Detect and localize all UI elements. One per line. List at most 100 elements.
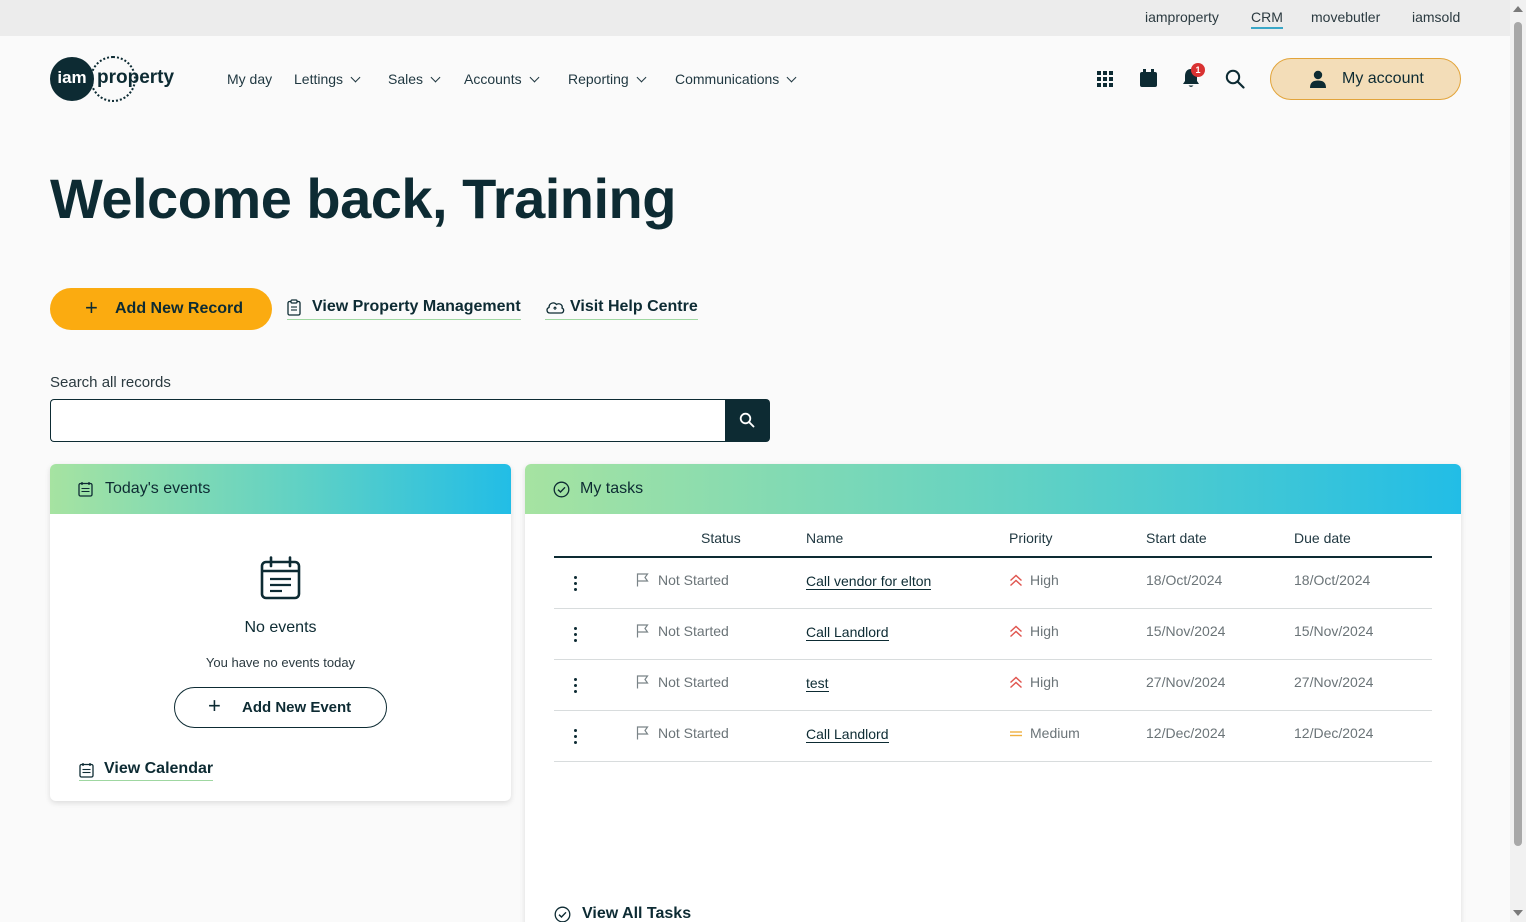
- add-new-record-button[interactable]: + Add New Record: [50, 288, 272, 330]
- flag-icon: [636, 573, 649, 587]
- calendar-icon[interactable]: [1140, 69, 1157, 87]
- nav-label: Lettings: [294, 71, 344, 87]
- task-name-link[interactable]: Call Landlord: [806, 624, 889, 641]
- kebab-menu-icon[interactable]: [574, 576, 578, 592]
- view-property-management-link[interactable]: View Property Management: [287, 298, 521, 320]
- chevron-down-icon: [350, 72, 361, 83]
- table-row: Not Started Call Landlord High 15/Nov/20…: [554, 609, 1432, 660]
- table-row: Not Started Call vendor for elton High 1…: [554, 558, 1432, 609]
- table-row: Not Started test High 27/Nov/2024 27/Nov…: [554, 660, 1432, 711]
- kebab-menu-icon[interactable]: [574, 627, 578, 643]
- task-due-date: 15/Nov/2024: [1294, 623, 1374, 639]
- logo-word: property: [97, 67, 175, 88]
- task-start-date: 18/Oct/2024: [1146, 572, 1223, 588]
- my-account-label: My account: [1342, 70, 1424, 87]
- top-utility-bar: iamproperty CRM movebutler iamsold: [0, 0, 1510, 36]
- task-start-date: 27/Nov/2024: [1146, 674, 1226, 690]
- scroll-down-arrow-icon[interactable]: [1513, 910, 1523, 916]
- search-icon[interactable]: [1225, 69, 1245, 89]
- todays-events-card: Today's events No events You have no eve…: [50, 464, 511, 801]
- visit-help-centre-label: Visit Help Centre: [570, 298, 698, 315]
- topbar-link-iamsold[interactable]: iamsold: [1412, 9, 1460, 25]
- cloud-help-icon: [546, 302, 565, 314]
- chevron-down-icon: [430, 72, 441, 83]
- chevron-down-icon: [786, 72, 797, 83]
- nav-label: Accounts: [464, 71, 522, 87]
- task-priority: Medium: [1030, 725, 1080, 741]
- calendar-list-icon: [79, 763, 94, 778]
- priority-high-icon: [1010, 676, 1022, 689]
- task-status: Not Started: [658, 674, 729, 690]
- no-events-subtitle: You have no events today: [205, 655, 356, 670]
- page-scrollbar[interactable]: [1510, 0, 1526, 922]
- add-new-event-button[interactable]: + Add New Event: [174, 687, 387, 728]
- nav-item-reporting[interactable]: Reporting: [568, 71, 647, 87]
- nav-label: My day: [227, 71, 273, 87]
- calendar-list-icon: [78, 482, 93, 497]
- plus-icon: +: [85, 295, 98, 320]
- task-status: Not Started: [658, 623, 729, 639]
- plus-icon: +: [208, 693, 221, 718]
- nav-item-lettings[interactable]: Lettings: [294, 71, 361, 87]
- task-priority: High: [1030, 674, 1059, 690]
- topbar-link-movebutler[interactable]: movebutler: [1311, 9, 1380, 25]
- view-calendar-label: View Calendar: [104, 760, 214, 777]
- table-row: Not Started Call Landlord Medium 12/Dec/…: [554, 711, 1432, 762]
- page-title: Welcome back, Training: [50, 167, 676, 230]
- task-due-date: 12/Dec/2024: [1294, 725, 1374, 741]
- flag-icon: [636, 726, 649, 740]
- tasks-card-title: My tasks: [580, 480, 644, 497]
- iamproperty-logo[interactable]: iam property: [50, 56, 186, 102]
- search-records-label: Search all records: [50, 374, 171, 391]
- search-icon: [739, 412, 755, 428]
- nav-item-accounts[interactable]: Accounts: [464, 71, 540, 87]
- apps-grid-icon[interactable]: [1097, 71, 1113, 87]
- task-status: Not Started: [658, 725, 729, 741]
- check-circle-icon: [554, 906, 571, 922]
- task-start-date: 15/Nov/2024: [1146, 623, 1226, 639]
- logo-circle: iam: [50, 57, 94, 101]
- column-header-start-date[interactable]: Start date: [1146, 530, 1207, 546]
- task-name-link[interactable]: test: [806, 675, 829, 692]
- column-header-due-date[interactable]: Due date: [1294, 530, 1351, 546]
- no-events-title: No events: [244, 619, 317, 636]
- topbar-link-iamproperty[interactable]: iamproperty: [1145, 9, 1219, 25]
- flag-icon: [636, 624, 649, 638]
- clipboard-icon: [287, 299, 301, 316]
- task-priority: High: [1030, 623, 1059, 639]
- nav-item-communications[interactable]: Communications: [675, 71, 797, 87]
- kebab-menu-icon[interactable]: [574, 729, 578, 745]
- nav-item-sales[interactable]: Sales: [388, 71, 441, 87]
- notification-badge: 1: [1191, 63, 1205, 77]
- my-account-button[interactable]: My account: [1270, 58, 1461, 100]
- search-submit-button[interactable]: [725, 399, 770, 442]
- task-name-link[interactable]: Call Landlord: [806, 726, 889, 743]
- tasks-card-header: My tasks: [525, 464, 1461, 514]
- nav-label: Reporting: [568, 71, 629, 87]
- view-all-tasks-link[interactable]: View All Tasks: [554, 905, 691, 922]
- view-property-management-label: View Property Management: [312, 298, 521, 315]
- column-header-priority[interactable]: Priority: [1009, 530, 1053, 546]
- nav-label: Communications: [675, 71, 780, 87]
- scrollbar-thumb[interactable]: [1514, 22, 1522, 846]
- nav-label: Sales: [388, 71, 424, 87]
- chevron-down-icon: [529, 72, 540, 83]
- empty-calendar-icon: [260, 556, 301, 600]
- task-start-date: 12/Dec/2024: [1146, 725, 1226, 741]
- task-name-link[interactable]: Call vendor for elton: [806, 573, 932, 590]
- nav-item-my-day[interactable]: My day: [227, 71, 272, 87]
- check-circle-icon: [553, 481, 570, 498]
- view-all-tasks-label: View All Tasks: [582, 905, 692, 922]
- column-header-name[interactable]: Name: [806, 530, 843, 546]
- view-calendar-link[interactable]: View Calendar: [79, 760, 214, 781]
- chevron-down-icon: [636, 72, 647, 83]
- scroll-up-arrow-icon[interactable]: [1513, 6, 1523, 12]
- task-status: Not Started: [658, 572, 729, 588]
- task-priority: High: [1030, 572, 1059, 588]
- events-card-title: Today's events: [105, 480, 211, 497]
- topbar-link-crm[interactable]: CRM: [1251, 9, 1283, 29]
- kebab-menu-icon[interactable]: [574, 678, 578, 694]
- search-records-input[interactable]: [50, 399, 726, 442]
- visit-help-centre-link[interactable]: Visit Help Centre: [545, 298, 698, 320]
- column-header-status[interactable]: Status: [701, 530, 741, 546]
